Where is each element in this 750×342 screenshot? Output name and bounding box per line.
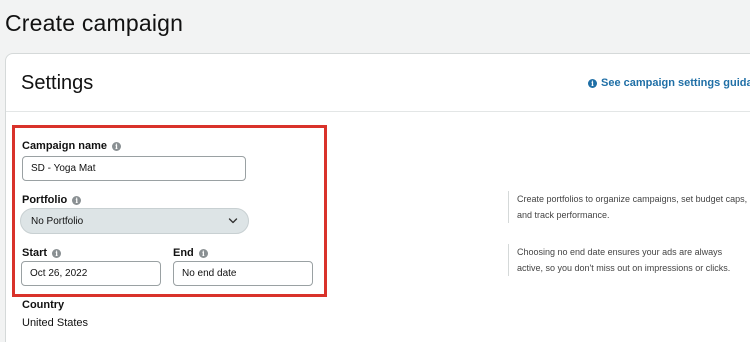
info-icon[interactable]: i [111, 141, 121, 151]
end-date-input[interactable]: No end date [173, 261, 313, 286]
portfolio-label: Portfolio i [22, 194, 82, 206]
info-icon[interactable]: i [52, 248, 62, 258]
country-value: United States [22, 317, 89, 329]
end-label: End i [173, 247, 208, 259]
portfolio-selected-value: No Portfolio [31, 215, 84, 227]
info-icon[interactable]: i [72, 195, 82, 205]
guidance-link-label: See campaign settings guidance [601, 77, 750, 89]
portfolio-help-text: Create portfolios to organize campaigns,… [508, 191, 748, 223]
settings-title: Settings [21, 72, 94, 94]
info-icon[interactable]: i [198, 248, 208, 258]
campaign-settings-guidance-link[interactable]: i See campaign settings guidance [588, 77, 750, 89]
page-title: Create campaign [5, 10, 184, 36]
info-icon: i [588, 78, 597, 88]
end-date-help-text: Choosing no end date ensures your ads ar… [508, 244, 748, 276]
start-label: Start i [22, 247, 62, 259]
start-date-input[interactable]: Oct 26, 2022 [21, 261, 161, 286]
portfolio-label-text: Portfolio [22, 194, 68, 206]
campaign-name-input[interactable]: SD - Yoga Mat [22, 156, 246, 181]
country-label: Country [22, 299, 65, 311]
campaign-name-label-text: Campaign name [22, 140, 107, 152]
settings-header: Settings i See campaign settings guidanc… [6, 54, 750, 112]
chevron-down-icon [228, 218, 238, 224]
portfolio-select[interactable]: No Portfolio [20, 208, 249, 234]
campaign-name-label: Campaign name i [22, 140, 121, 152]
end-label-text: End [173, 247, 194, 259]
start-label-text: Start [22, 247, 48, 259]
